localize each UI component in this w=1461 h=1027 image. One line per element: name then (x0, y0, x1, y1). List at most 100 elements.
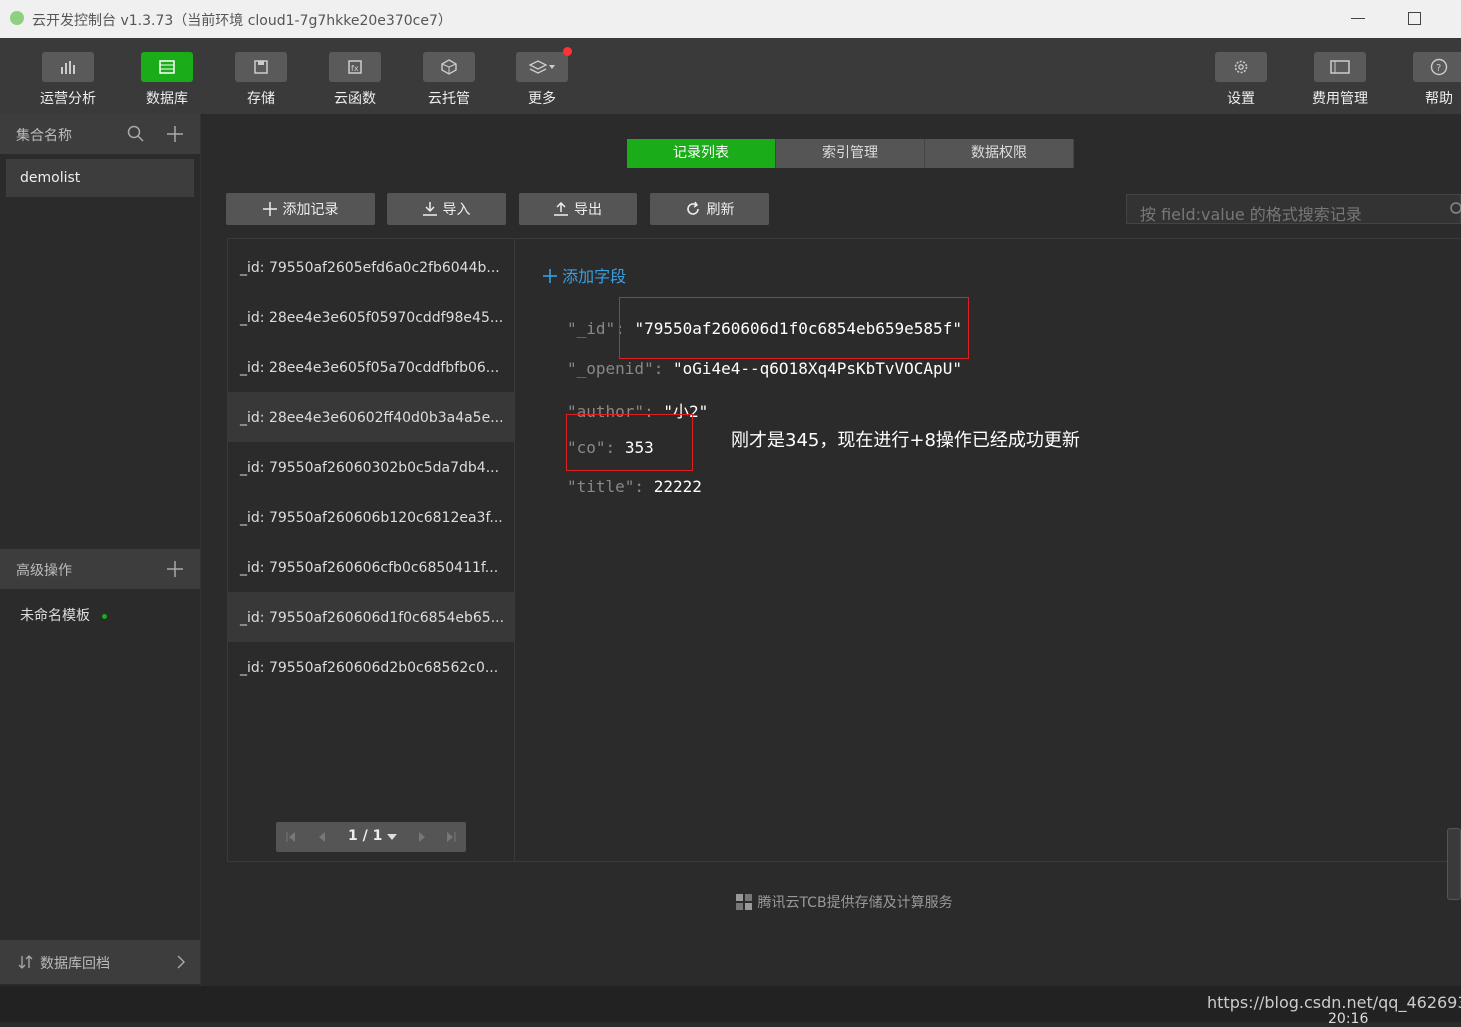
add-record-button[interactable]: 添加记录 (226, 193, 375, 225)
maximize-button[interactable] (1408, 12, 1421, 25)
scroll-indicator[interactable] (1447, 828, 1461, 900)
toolbar-label: 费用管理 (1312, 91, 1368, 107)
list-item[interactable]: _id: 79550af260606d2b0c68562c0... (228, 642, 514, 692)
toolbar-analytics[interactable]: 运营分析 (28, 52, 108, 108)
billing-icon (1330, 60, 1350, 74)
tab-permissions[interactable]: 数据权限 (925, 139, 1074, 168)
help-icon: ? (1430, 58, 1448, 76)
search-placeholder: 按 field:value 的格式搜索记录 (1140, 205, 1362, 224)
view-tabs: 记录列表 索引管理 数据权限 (627, 139, 1074, 168)
prev-page-icon[interactable] (317, 832, 327, 842)
advanced-header-label: 高级操作 (16, 563, 72, 579)
sort-icon (18, 955, 33, 969)
function-icon: fx (348, 60, 362, 74)
toolbar-label: 云函数 (334, 91, 376, 107)
clock: 20:16 (1328, 1011, 1369, 1027)
search-icon[interactable] (127, 125, 145, 143)
field-key: "title": (567, 477, 645, 496)
toolbar-label: 云托管 (428, 91, 470, 107)
refresh-button[interactable]: 刷新 (650, 193, 769, 225)
toolbar-hosting[interactable]: 云托管 (409, 52, 489, 108)
notification-dot (563, 47, 572, 56)
refresh-icon (686, 201, 699, 215)
import-button[interactable]: 导入 (387, 193, 506, 225)
layers-icon (529, 60, 555, 74)
collection-sidebar: 集合名称 demolist 高级操作 未命名模板 数据库回档 (0, 114, 201, 986)
list-item[interactable]: _id: 79550af260606b120c6812ea3f... (228, 492, 514, 542)
field-value: 22222 (653, 477, 702, 496)
plus-icon (262, 202, 277, 216)
field-key: "_openid": (567, 359, 664, 378)
database-rollback[interactable]: 数据库回档 (0, 940, 200, 984)
toolbar-functions[interactable]: fx 云函数 (315, 52, 395, 108)
field-title[interactable]: "title": 22222 (567, 477, 702, 496)
toolbar-database[interactable]: 数据库 (127, 52, 207, 108)
last-page-icon[interactable] (446, 832, 456, 842)
advanced-header: 高级操作 (0, 549, 200, 589)
add-collection-icon[interactable] (166, 125, 184, 143)
plus-icon (543, 269, 557, 283)
collection-header-label: 集合名称 (16, 128, 72, 144)
list-item[interactable]: _id: 28ee4e3e605f05a70cddfbfb06... (228, 342, 514, 392)
download-icon (422, 202, 437, 216)
watermark: https://blog.csdn.net/qq_46269365 (1207, 993, 1461, 1012)
bar-chart-icon (61, 61, 75, 74)
cube-icon (441, 59, 457, 75)
collection-item-demolist[interactable]: demolist (6, 159, 194, 197)
title-bar: 云开发控制台 v1.3.73（当前环境 cloud1-7g7hkke20e370… (0, 0, 1461, 38)
upload-icon (554, 202, 568, 216)
record-detail: 添加字段 "_id": "79550af260606d1f0c6854eb659… (515, 238, 1461, 862)
list-item[interactable]: _id: 28ee4e3e60602ff40d0b3a4a5e... (228, 392, 514, 442)
field-key: "_id": (567, 319, 625, 338)
add-template-icon[interactable] (166, 560, 184, 578)
template-name: 未命名模板 (20, 608, 90, 624)
add-field-button[interactable]: 添加字段 (543, 263, 626, 287)
window-title: 云开发控制台 v1.3.73（当前环境 cloud1-7g7hkke20e370… (32, 13, 452, 29)
page-indicator[interactable]: 1 / 1 (348, 828, 382, 844)
toolbar-billing[interactable]: 费用管理 (1300, 52, 1380, 108)
field-openid[interactable]: "_openid": "oGi4e4--q6O18Xq4PsKbTvVOCApU… (567, 359, 962, 378)
chevron-down-icon[interactable] (387, 834, 397, 841)
toolbar-settings[interactable]: 设置 (1201, 52, 1281, 108)
highlight-box-id (619, 297, 969, 359)
collection-name: demolist (20, 170, 81, 186)
add-field-label: 添加字段 (562, 267, 627, 286)
footer-text: 腾讯云TCB提供存储及计算服务 (757, 895, 953, 911)
gear-icon (1234, 60, 1248, 74)
tab-records[interactable]: 记录列表 (627, 139, 776, 168)
toolbar-storage[interactable]: 存储 (221, 52, 301, 108)
toolbar-label: 更多 (528, 91, 556, 107)
pagination: 1 / 1 (276, 822, 466, 852)
list-item[interactable]: _id: 79550af26060302b0c5da7db4... (228, 442, 514, 492)
tencent-cloud-logo-icon (736, 894, 752, 910)
chevron-right-icon (177, 955, 185, 969)
import-label: 导入 (442, 202, 471, 218)
list-item[interactable]: _id: 28ee4e3e605f05970cddf98e45... (228, 292, 514, 342)
toolbar-more[interactable]: 更多 (502, 47, 582, 108)
toolbar-label: 设置 (1227, 91, 1255, 107)
toolbar-help[interactable]: ? 帮助 (1399, 52, 1461, 108)
first-page-icon[interactable] (286, 832, 296, 842)
template-item[interactable]: 未命名模板 (20, 605, 107, 625)
toolbar-label: 帮助 (1425, 91, 1453, 107)
collection-header: 集合名称 (0, 114, 200, 154)
list-item[interactable]: _id: 79550af2605efd6a0c2fb6044b... (228, 242, 514, 292)
main-toolbar: 运营分析 数据库 存储 fx 云函数 云托管 更多 设置 费用管理 ? 帮助 (0, 38, 1461, 114)
toolbar-label: 存储 (247, 91, 275, 107)
list-item-selected[interactable]: _id: 79550af260606d1f0c6854eb65... (228, 592, 514, 642)
rollback-label: 数据库回档 (40, 956, 110, 972)
search-icon[interactable] (1449, 201, 1461, 217)
status-dot (102, 613, 107, 619)
tab-indexes[interactable]: 索引管理 (776, 139, 925, 168)
export-label: 导出 (574, 202, 602, 218)
minimize-button[interactable] (1351, 18, 1365, 19)
database-icon (159, 60, 175, 74)
toolbar-label: 运营分析 (40, 91, 96, 107)
field-value: "oGi4e4--q6O18Xq4PsKbTvVOCApU" (672, 359, 962, 378)
next-page-icon[interactable] (417, 832, 427, 842)
record-search-input[interactable]: 按 field:value 的格式搜索记录 (1126, 194, 1461, 224)
export-button[interactable]: 导出 (519, 193, 637, 225)
svg-text:?: ? (1436, 63, 1441, 74)
record-list: _id: 79550af2605efd6a0c2fb6044b... _id: … (227, 238, 515, 862)
list-item[interactable]: _id: 79550af260606cfb0c6850411f... (228, 542, 514, 592)
